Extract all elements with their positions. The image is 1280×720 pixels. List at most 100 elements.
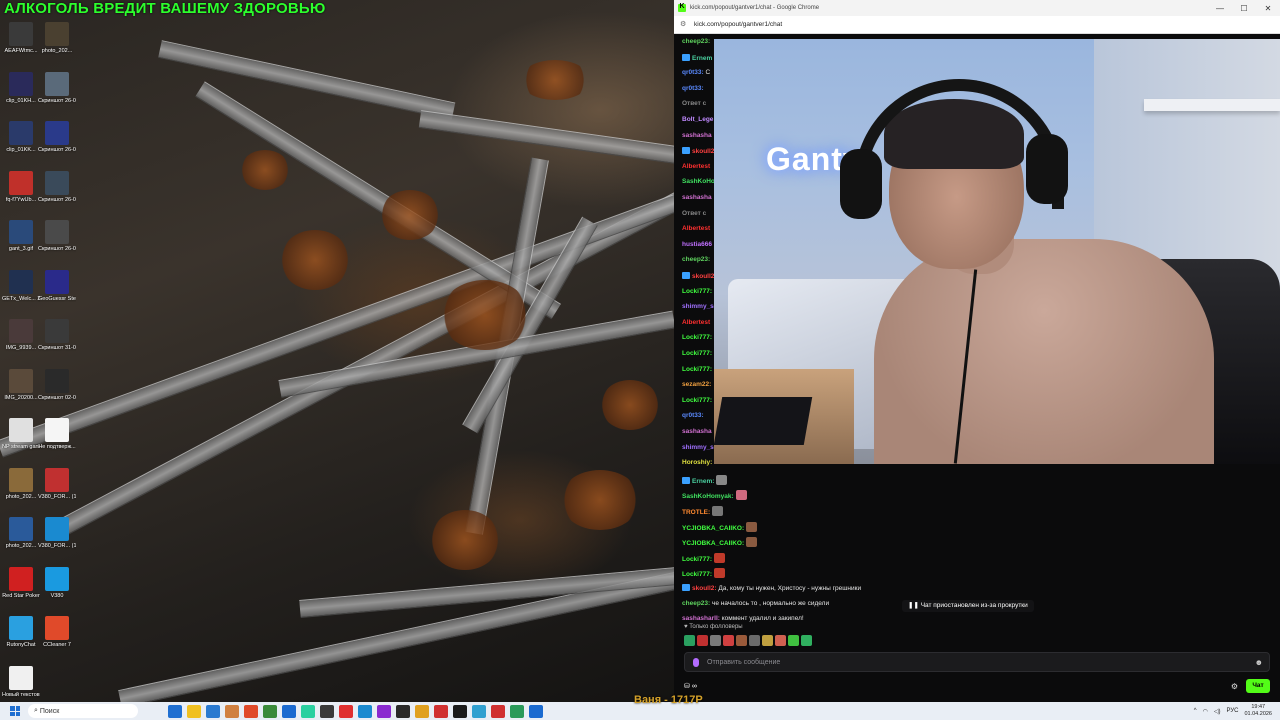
quick-emote-icon[interactable] bbox=[697, 635, 708, 646]
desktop-icon[interactable]: IMG_9939... bbox=[2, 319, 40, 369]
quick-emote-icon[interactable] bbox=[788, 635, 799, 646]
chat-username[interactable]: hustia666 bbox=[682, 241, 712, 248]
desktop-icon[interactable]: Скриншот 31-03-20... bbox=[38, 319, 76, 369]
desktop-icon[interactable]: clip_01KH... bbox=[2, 71, 40, 122]
chat-username[interactable]: SashKoHomyak: bbox=[682, 493, 734, 500]
chat-message[interactable]: Locki777: bbox=[682, 350, 712, 358]
chat-message[interactable]: sashasha bbox=[682, 194, 712, 202]
settings-gear-icon[interactable]: ⚙ bbox=[1231, 682, 1238, 691]
chevron-up-icon[interactable]: ^ bbox=[1194, 708, 1197, 714]
chat-username[interactable]: Locki777: bbox=[682, 334, 712, 341]
clock[interactable]: 19:47 01.04.2026 bbox=[1244, 704, 1272, 718]
desktop-icon[interactable]: IMG_20200... bbox=[2, 368, 40, 419]
chat-message[interactable]: SashKoHo bbox=[682, 178, 715, 186]
chat-message[interactable]: Bolt_Lege bbox=[682, 116, 713, 124]
chat-message[interactable]: YCJIOBKA_CAIIKO: bbox=[682, 521, 758, 533]
chat-username[interactable]: shimmy_s bbox=[682, 444, 714, 451]
desktop-icon[interactable]: GeoGuessr Steam E... bbox=[38, 269, 76, 320]
chat-username[interactable]: Locki777: bbox=[682, 556, 712, 563]
chat-message[interactable]: Locki777: bbox=[682, 366, 712, 374]
chat-message[interactable]: cheep23: bbox=[682, 38, 710, 46]
pinned-app-icon[interactable] bbox=[491, 704, 505, 718]
chat-message[interactable]: skoull2 bbox=[682, 272, 714, 281]
pinned-app-icon[interactable] bbox=[510, 704, 524, 718]
desktop-icon[interactable]: clip_01KK... bbox=[2, 121, 40, 171]
desktop-icon[interactable]: fq-f7YwUb... bbox=[2, 170, 40, 221]
chat-input[interactable]: Отправить сообщение ☻ bbox=[684, 652, 1270, 672]
volume-icon[interactable]: ◁) bbox=[1214, 708, 1221, 715]
chat-message[interactable]: Locki777: bbox=[682, 334, 712, 342]
chat-username[interactable]: shimmy_s bbox=[682, 303, 714, 310]
pinned-app-icon[interactable] bbox=[168, 704, 182, 718]
language-indicator[interactable]: РУС bbox=[1226, 708, 1238, 714]
chat-message[interactable]: shimmy_s bbox=[682, 303, 714, 311]
chat-username[interactable]: Horoshiy: bbox=[682, 459, 712, 466]
chat-username[interactable]: qr0t33: bbox=[682, 69, 704, 76]
chat-username[interactable]: qr0t33: bbox=[682, 85, 704, 92]
chat-message[interactable]: Locki777: bbox=[682, 288, 712, 296]
chat-message[interactable]: SashKoHomyak: bbox=[682, 490, 747, 501]
chat-username[interactable]: skoull2: bbox=[692, 585, 717, 592]
pinned-app-icon[interactable] bbox=[320, 704, 334, 718]
desktop-icon[interactable]: Скриншот 26-03-20... bbox=[38, 121, 76, 171]
minimize-button[interactable]: — bbox=[1208, 4, 1232, 13]
chat-message[interactable]: Horoshiy: bbox=[682, 459, 712, 467]
quick-emote-icon[interactable] bbox=[775, 635, 786, 646]
mic-icon[interactable] bbox=[693, 657, 699, 667]
chat-username[interactable]: YCJIOBKA_CAIIKO: bbox=[682, 540, 744, 547]
chat-username[interactable]: sashasharII: bbox=[682, 615, 720, 622]
desktop-icon[interactable]: AEAFWtmc... bbox=[2, 22, 40, 72]
pinned-app-icon[interactable] bbox=[377, 704, 391, 718]
desktop-icon[interactable]: Скриншот 26-03-20... bbox=[38, 170, 76, 221]
chat-username[interactable]: cheep23: bbox=[682, 600, 710, 607]
chat-username[interactable]: cheep23: bbox=[682, 38, 710, 45]
wifi-icon[interactable]: ◠ bbox=[1203, 708, 1208, 715]
desktop-icon[interactable]: photo_202... bbox=[2, 467, 40, 518]
chat-username[interactable]: sezam22: bbox=[682, 381, 711, 388]
chat-username[interactable]: TROTLE: bbox=[682, 509, 710, 516]
close-button[interactable]: ✕ bbox=[1256, 4, 1280, 13]
desktop-icon[interactable]: CCleaner 7 bbox=[38, 616, 76, 666]
chat-message[interactable]: skoull2: Да, кому ты нужен, Христосу - н… bbox=[682, 584, 861, 593]
chat-username[interactable]: skoull2 bbox=[692, 148, 714, 155]
desktop-icon[interactable]: Red Star Poker bbox=[2, 566, 40, 617]
chat-message[interactable]: sashasha bbox=[682, 428, 712, 436]
chat-username[interactable]: qr0t33: bbox=[682, 412, 704, 419]
chat-message[interactable]: TROTLE: bbox=[682, 506, 724, 517]
chat-username[interactable]: YCJIOBKA_CAIIKO: bbox=[682, 525, 744, 532]
quick-emote-icon[interactable] bbox=[723, 635, 734, 646]
chat-username[interactable]: skoull2 bbox=[692, 273, 714, 280]
chat-message[interactable]: Ernem: bbox=[682, 474, 728, 486]
address-bar[interactable]: ⚙ kick.com/popout/gantver1/chat bbox=[674, 16, 1280, 34]
chat-message[interactable]: skoull2 bbox=[682, 147, 714, 156]
chat-message[interactable]: shimmy_s bbox=[682, 444, 714, 452]
pinned-app-icon[interactable] bbox=[358, 704, 372, 718]
desktop-icon[interactable]: Скриншот 26-03-20... bbox=[38, 220, 76, 270]
chat-paused-notice[interactable]: ❚❚ Чат приостановлен из-за прокрутки bbox=[902, 600, 1034, 612]
browser-titlebar[interactable]: kick.com/popout/gantver1/chat - Google C… bbox=[674, 0, 1280, 16]
pinned-app-icon[interactable] bbox=[396, 704, 410, 718]
quick-emote-icon[interactable] bbox=[762, 635, 773, 646]
pinned-app-icon[interactable] bbox=[263, 704, 277, 718]
chat-message[interactable]: Locki777: bbox=[682, 397, 712, 405]
chat-message[interactable]: Ответ с bbox=[682, 100, 706, 108]
chat-message[interactable]: Ответ с bbox=[682, 210, 706, 218]
chat-message[interactable]: Albertest bbox=[682, 163, 710, 171]
pinned-app-icon[interactable] bbox=[415, 704, 429, 718]
emoji-icon[interactable]: ☻ bbox=[1255, 658, 1263, 667]
chat-message[interactable]: Ernem bbox=[682, 53, 712, 63]
quick-emote-icon[interactable] bbox=[801, 635, 812, 646]
chat-message[interactable]: hustia666 bbox=[682, 241, 712, 249]
chat-username[interactable]: SashKoHo bbox=[682, 178, 715, 185]
chat-message[interactable]: Locki777: bbox=[682, 568, 725, 579]
pinned-app-icon[interactable] bbox=[434, 704, 448, 718]
chat-message[interactable]: cheep23: bbox=[682, 256, 710, 264]
chat-username[interactable]: Albertest bbox=[682, 225, 710, 232]
desktop-icon[interactable]: gant_3.gif bbox=[2, 220, 40, 270]
chat-username[interactable]: Locki777: bbox=[682, 397, 712, 404]
chat-message[interactable]: cheep23: че началось то , нормально же с… bbox=[682, 600, 829, 608]
chat-username[interactable]: sashasha bbox=[682, 194, 712, 201]
pinned-app-icon[interactable] bbox=[282, 704, 296, 718]
pinned-app-icon[interactable] bbox=[187, 704, 201, 718]
channel-points[interactable]: ⛁ ∞ bbox=[684, 682, 697, 690]
